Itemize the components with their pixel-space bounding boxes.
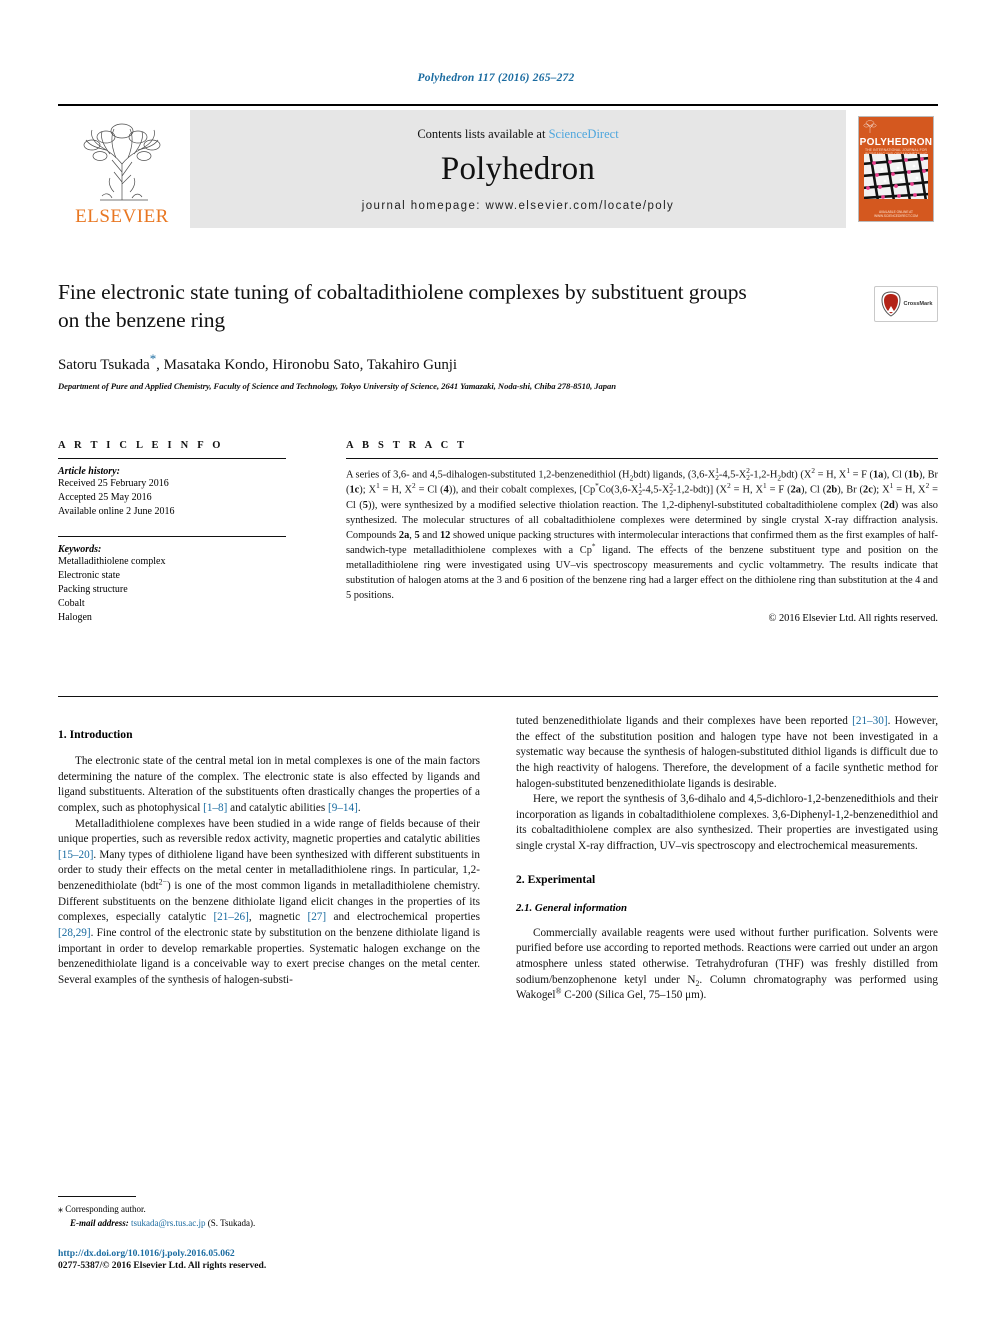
email-label: E-mail address: [70,1218,129,1228]
paragraph-intro-3: tuted benzenedithiolate ligands and thei… [516,714,938,792]
keyword-item: Packing structure [58,583,128,595]
affiliation: Department of Pure and Applied Chemistry… [58,380,616,391]
abstract-heading: A B S T R A C T [346,440,468,451]
text-run: , magnetic [248,911,308,924]
paragraph-intro-1: The electronic state of the central meta… [58,754,480,817]
crossmark-icon [881,291,901,317]
text-run: . [357,801,361,814]
abstract-column: A B S T R A C T A series of 3,6- and 4,5… [308,440,938,624]
keywords-group: Keywords: Metalladithiolene complex Elec… [58,536,286,624]
journal-article-page: Polyhedron 117 (2016) 265–272 ELSEVIER C… [0,0,992,1323]
crossmark-label: CrossMark [903,301,933,307]
citation-link[interactable]: [21–26] [213,911,248,923]
citation-link[interactable]: [1–8] [203,802,227,814]
article-info-column: A R T I C L E I N F O Article history: R… [58,440,308,624]
divider [346,458,938,459]
sciencedirect-link[interactable]: ScienceDirect [549,127,619,141]
elsevier-logo: ELSEVIER [58,110,186,228]
footnote-corresponding-text: Corresponding author. [65,1204,146,1214]
cover-journal-title: POLYHEDRON [859,137,933,148]
abstract-copyright: © 2016 Elsevier Ltd. All rights reserved… [768,612,939,624]
email-owner: (S. Tsukada). [207,1218,256,1228]
keyword-item: Cobalt [58,597,85,609]
section-heading-introduction: 1. Introduction [58,728,133,741]
keywords-label: Keywords: [58,544,102,556]
article-info-heading: A R T I C L E I N F O [58,440,224,451]
citation-link[interactable]: [15–20] [58,849,93,861]
text-run: . Fine control of the electronic state b… [58,926,480,986]
text-run: tuted benzenedithiolate ligands and thei… [516,715,853,727]
crossmark-badge[interactable]: CrossMark [874,286,938,322]
divider [58,696,938,697]
charge-superscript: 2− [158,877,167,887]
divider [58,1196,136,1197]
text-run: Metalladithiolene complexes have been st… [58,817,480,846]
journal-cover-thumbnail: POLYHEDRON THE INTERNATIONAL JOURNAL FOR… [854,110,938,228]
authors-remaining: , Masataka Kondo, Hironobu Sato, Takahir… [156,356,458,373]
paragraph-intro-2: Metalladithiolene complexes have been st… [58,817,480,989]
footnote-corresponding: ⁎ Corresponding author. [58,1203,480,1217]
footnote-star-mark: ⁎ [58,1204,63,1215]
journal-banner: Contents lists available at ScienceDirec… [190,110,846,228]
cover-elsevier-icon [863,119,877,135]
cover-artwork-image [864,154,928,199]
citation-link[interactable]: [21–30] [852,715,887,727]
journal-homepage-link[interactable]: journal homepage: www.elsevier.com/locat… [362,200,674,212]
corresponding-author-footnote: ⁎ Corresponding author. E-mail address: … [58,1196,480,1230]
author-list: Satoru Tsukada*, Masataka Kondo, Hironob… [58,351,938,374]
cover-footer-text: AVAILABLE ONLINE AT WWW.SCIENCEDIRECT.CO… [874,210,918,218]
citation-link[interactable]: [28,29] [58,927,91,939]
issn-copyright: 0277-5387/© 2016 Elsevier Ltd. All right… [58,1260,267,1271]
running-head: Polyhedron 117 (2016) 265–272 [417,72,575,84]
paragraph-experimental-1: Commercially available reagents were use… [516,926,938,1004]
citation-link[interactable]: [9–14] [328,802,358,814]
citation-link[interactable]: [27] [307,911,326,923]
article-body: 1. Introduction The electronic state of … [58,696,938,1274]
journal-masthead: ELSEVIER Contents lists available at Sci… [58,104,938,230]
body-column-right: tuted benzenedithiolate ligands and thei… [516,714,938,1004]
subsection-heading-general-information: 2.1. General information [516,901,627,914]
history-received: Received 25 February 2016 [58,478,169,489]
text-run: and catalytic abilities [227,801,328,814]
keyword-item: Halogen [58,611,92,623]
divider [58,536,286,538]
email-link[interactable]: tsukada@rs.tus.ac.jp [131,1218,206,1228]
article-title-block: Fine electronic state tuning of cobaltad… [58,278,938,391]
author-first: Satoru Tsukada [58,356,150,373]
contents-available-line: Contents lists available at ScienceDirec… [417,127,618,142]
footnote-email: E-mail address: tsukada@rs.tus.ac.jp (S.… [58,1217,480,1230]
body-column-left: 1. Introduction The electronic state of … [58,714,480,1004]
text-run: and electrochemical properties [326,911,481,924]
info-abstract-block: A R T I C L E I N F O Article history: R… [58,440,938,624]
journal-title: Polyhedron [440,150,596,187]
contents-prefix: Contents lists available at [417,126,546,141]
doi-link[interactable]: http://dx.doi.org/10.1016/j.poly.2016.05… [58,1248,558,1259]
history-accepted: Accepted 25 May 2016 [58,491,152,503]
keyword-item: Electronic state [58,570,120,582]
history-online: Available online 2 June 2016 [58,505,175,517]
elsevier-tree-icon [70,120,174,206]
abstract-text: A series of 3,6- and 4,5-dihalogen-subst… [346,466,939,601]
divider [58,458,286,459]
paragraph-intro-4: Here, we report the synthesis of 3,6-dih… [516,793,938,852]
elsevier-wordmark: ELSEVIER [75,206,169,227]
section-heading-experimental: 2. Experimental [516,872,596,886]
keyword-item: Metalladithiolene complex [58,556,166,568]
document-footer: http://dx.doi.org/10.1016/j.poly.2016.05… [58,1248,558,1271]
text-run: C-200 (Silica Gel, 75–150 μm). [561,989,707,1002]
article-history-label: Article history: [58,466,120,477]
page-title: Fine electronic state tuning of cobaltad… [58,280,747,333]
